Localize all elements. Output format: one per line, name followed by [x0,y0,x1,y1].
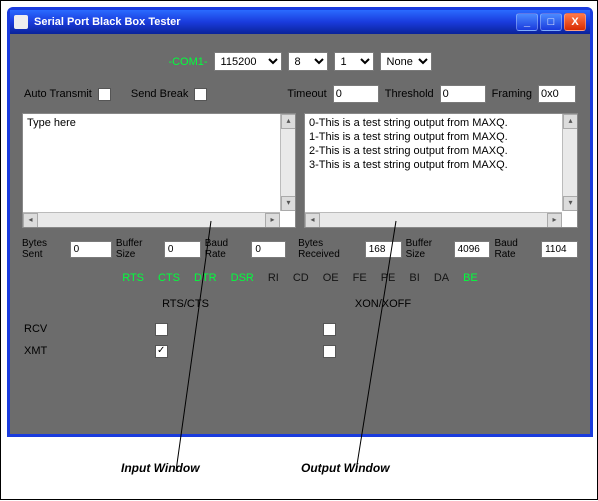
input-pane[interactable]: Type here ▴▾ ◂▸ [22,113,296,228]
buffer-out-label: Buffer Size [406,238,450,260]
framing-input[interactable] [538,85,576,103]
port-label: -COM1- [168,56,207,68]
baud-in-value: 0 [251,241,286,258]
ind-oe: OE [323,272,339,284]
ind-bi: BI [409,272,419,284]
threshold-label: Threshold [385,88,434,100]
baud-out-value: 1104 [541,241,578,258]
rcv-xonxoff-checkbox[interactable] [323,323,336,336]
output-hscrollbar[interactable]: ◂▸ [305,212,562,227]
maximize-button[interactable]: □ [540,13,562,31]
send-break-checkbox[interactable] [194,88,207,101]
buffer-out-value: 4096 [454,241,491,258]
rtscts-header: RTS/CTS [78,298,293,310]
baud-out-label: Baud Rate [494,238,537,260]
output-line: 3-This is a test string output from MAXQ… [309,158,555,172]
buffer-in-label: Buffer Size [116,238,160,260]
output-line: 2-This is a test string output from MAXQ… [309,144,555,158]
input-vscrollbar[interactable]: ▴▾ [280,114,295,211]
bytes-recv-value: 168 [365,241,402,258]
auto-transmit-label: Auto Transmit [24,88,92,100]
timeout-label: Timeout [287,88,326,100]
timeout-input[interactable] [333,85,379,103]
app-icon [14,15,28,29]
ind-dtr: DTR [194,272,217,284]
minimize-button[interactable]: _ [516,13,538,31]
rcv-label: RCV [24,323,84,335]
ind-rts: RTS [122,272,144,284]
bytes-recv-label: Bytes Received [298,238,361,260]
output-line: 0-This is a test string output from MAXQ… [309,116,555,130]
output-pane[interactable]: 0-This is a test string output from MAXQ… [304,113,578,228]
signal-indicators: RTS CTS DTR DSR RI CD OE FE PE BI DA BE [18,272,582,284]
ind-pe: PE [381,272,396,284]
annotation-input: Input Window [121,461,200,475]
parity-select[interactable]: None [380,52,432,71]
baud-in-label: Baud Rate [205,238,248,260]
titlebar[interactable]: Serial Port Black Box Tester _ □ X [10,10,590,34]
ind-da: DA [434,272,449,284]
ind-ri: RI [268,272,279,284]
output-line: 1-This is a test string output from MAXQ… [309,130,555,144]
xmt-label: XMT [24,345,84,357]
bytes-sent-label: Bytes Sent [22,238,66,260]
xmt-rtscts-checkbox[interactable] [155,345,168,358]
client-area: -COM1- 115200 8 1 None Auto Transmit Sen… [10,34,590,434]
databits-select[interactable]: 8 [288,52,328,71]
output-vscrollbar[interactable]: ▴▾ [562,114,577,211]
xonxoff-header: XON/XOFF [293,298,473,310]
auto-transmit-checkbox[interactable] [98,88,111,101]
ind-dsr: DSR [231,272,254,284]
output-text: 0-This is a test string output from MAXQ… [309,116,573,172]
ind-fe: FE [353,272,367,284]
ind-cts: CTS [158,272,180,284]
close-button[interactable]: X [564,13,586,31]
send-break-label: Send Break [131,88,188,100]
threshold-input[interactable] [440,85,486,103]
baud-select[interactable]: 115200 [214,52,282,71]
xmt-xonxoff-checkbox[interactable] [323,345,336,358]
bytes-sent-value: 0 [70,241,112,258]
framing-label: Framing [492,88,532,100]
input-hscrollbar[interactable]: ◂▸ [23,212,280,227]
window-title: Serial Port Black Box Tester [34,16,516,28]
buffer-in-value: 0 [164,241,201,258]
annotation-output: Output Window [301,461,390,475]
ind-cd: CD [293,272,309,284]
app-window: Serial Port Black Box Tester _ □ X -COM1… [7,7,593,437]
rcv-rtscts-checkbox[interactable] [155,323,168,336]
stopbits-select[interactable]: 1 [334,52,374,71]
input-text[interactable]: Type here [27,116,291,130]
ind-be: BE [463,272,478,284]
